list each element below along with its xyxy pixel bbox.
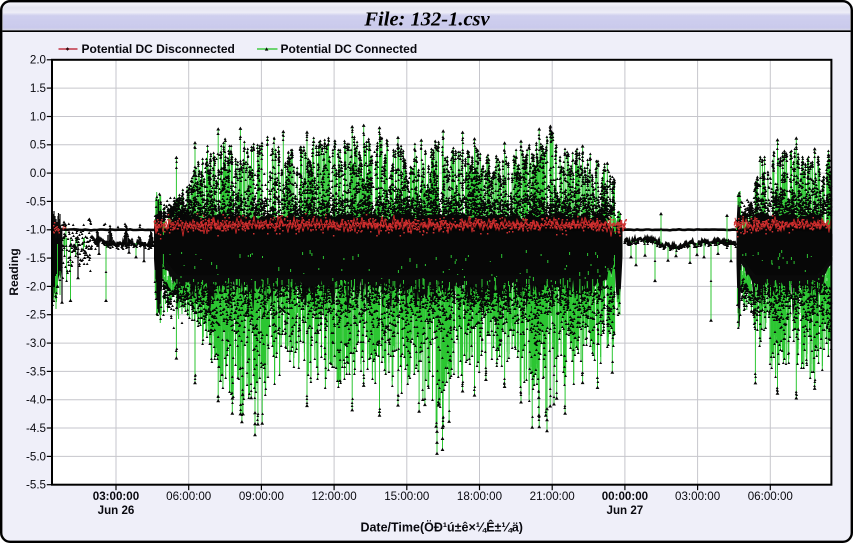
svg-text:15:00:00: 15:00:00 (384, 490, 429, 503)
svg-text:06:00:00: 06:00:00 (166, 490, 211, 503)
svg-text:12:00:00: 12:00:00 (312, 490, 357, 503)
svg-text:-3.5: -3.5 (26, 365, 46, 378)
svg-text:-3.0: -3.0 (26, 337, 46, 350)
svg-text:00:00:00: 00:00:00 (602, 490, 648, 503)
svg-text:1.0: 1.0 (30, 110, 46, 123)
svg-text:-4.5: -4.5 (26, 422, 46, 435)
svg-text:File: 132-1.csv: File: 132-1.csv (363, 8, 490, 30)
svg-text:Jun 27: Jun 27 (607, 504, 644, 517)
svg-text:2.0: 2.0 (30, 54, 46, 67)
svg-text:Date/Time(ÖÐ¹ú±ê×¼Ê±¼ä): Date/Time(ÖÐ¹ú±ê×¼Ê±¼ä) (360, 520, 523, 535)
svg-text:-5.0: -5.0 (26, 450, 46, 463)
svg-text:-2.5: -2.5 (26, 309, 46, 322)
svg-text:21:00:00: 21:00:00 (530, 490, 575, 503)
svg-text:-4.0: -4.0 (26, 394, 46, 407)
svg-text:Jun 26: Jun 26 (98, 504, 135, 517)
svg-text:18:00:00: 18:00:00 (457, 490, 502, 503)
svg-text:Reading: Reading (7, 248, 21, 295)
svg-text:0.0: 0.0 (30, 167, 46, 180)
svg-text:-0.5: -0.5 (26, 195, 46, 208)
svg-text:09:00:00: 09:00:00 (239, 490, 284, 503)
svg-text:-2.0: -2.0 (26, 280, 46, 293)
svg-text:Potential DC Connected: Potential DC Connected (281, 42, 418, 56)
svg-text:03:00:00: 03:00:00 (93, 490, 139, 503)
svg-text:-1.0: -1.0 (26, 224, 46, 237)
svg-text:1.5: 1.5 (30, 82, 46, 95)
svg-text:-1.5: -1.5 (26, 252, 46, 265)
svg-text:-5.5: -5.5 (26, 479, 46, 492)
svg-text:0.5: 0.5 (30, 139, 46, 152)
svg-text:03:00:00: 03:00:00 (675, 490, 720, 503)
svg-text:Potential DC Disconnected: Potential DC Disconnected (82, 42, 235, 56)
svg-text:06:00:00: 06:00:00 (748, 490, 793, 503)
